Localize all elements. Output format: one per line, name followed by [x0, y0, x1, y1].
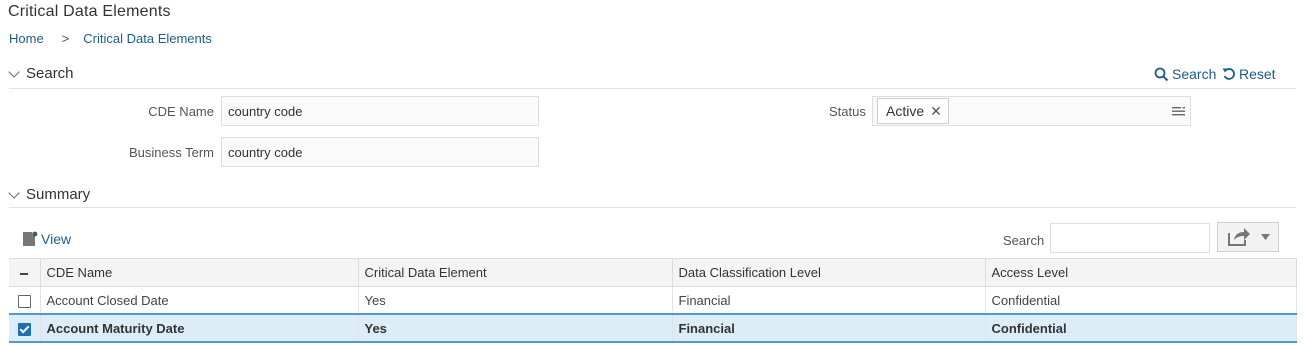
- table-search-input[interactable]: [1050, 223, 1210, 253]
- export-button[interactable]: [1217, 222, 1279, 252]
- search-button-label: Search: [1172, 66, 1217, 82]
- cell-critical: Yes: [358, 286, 673, 315]
- cde-name-label: CDE Name: [148, 104, 214, 119]
- breadcrumb-separator: >: [61, 31, 70, 46]
- search-divider: [9, 88, 1296, 89]
- column-header-classification[interactable]: Data Classification Level: [672, 258, 986, 287]
- breadcrumb: Home > Critical Data Elements: [9, 31, 212, 46]
- table-row[interactable]: Account Closed Date Yes Financial Confid…: [9, 286, 1297, 315]
- table-row-selected[interactable]: Account Maturity Date Yes Financial Conf…: [9, 313, 1297, 343]
- column-header-access[interactable]: Access Level: [985, 258, 1297, 287]
- reset-button-label: Reset: [1239, 66, 1276, 82]
- business-term-label: Business Term: [128, 145, 214, 160]
- cell-classification: Financial: [672, 313, 986, 343]
- cell-access: Confidential: [985, 286, 1297, 315]
- column-header-critical[interactable]: Critical Data Element: [358, 258, 673, 287]
- reset-button[interactable]: Reset: [1222, 66, 1276, 82]
- chevron-down-icon: [8, 65, 20, 78]
- view-button-label: View: [41, 231, 72, 247]
- table-header-row: CDE Name Critical Data Element Data Clas…: [9, 258, 1297, 287]
- cde-name-input[interactable]: country code: [221, 96, 539, 126]
- status-chip-label: Active: [886, 103, 925, 119]
- status-select[interactable]: Active ✕: [872, 96, 1191, 126]
- status-label: Status: [829, 104, 866, 119]
- status-chip: Active ✕: [877, 98, 949, 124]
- cell-cde-name: Account Maturity Date: [40, 313, 359, 343]
- summary-divider: [9, 207, 1296, 208]
- row-checkbox-checked[interactable]: [17, 322, 31, 336]
- minus-icon: [20, 272, 29, 275]
- search-icon: [1154, 67, 1169, 81]
- search-section-toggle[interactable]: Search: [8, 65, 74, 82]
- export-icon: [1227, 228, 1250, 246]
- page-title: Critical Data Elements: [8, 3, 171, 20]
- cell-cde-name: Account Closed Date: [40, 286, 359, 315]
- row-checkbox[interactable]: [17, 294, 31, 308]
- summary-section-title: Summary: [26, 186, 91, 203]
- search-button[interactable]: Search: [1154, 66, 1216, 82]
- column-header-cde-name[interactable]: CDE Name: [40, 258, 359, 287]
- breadcrumb-home[interactable]: Home: [9, 31, 44, 46]
- cde-table: CDE Name Critical Data Element Data Clas…: [9, 258, 1297, 343]
- caret-down-icon: [1260, 234, 1270, 240]
- breadcrumb-current[interactable]: Critical Data Elements: [83, 31, 212, 46]
- cell-classification: Financial: [672, 286, 986, 315]
- summary-section-toggle[interactable]: Summary: [8, 186, 90, 203]
- cell-access: Confidential: [985, 313, 1297, 343]
- list-menu-icon[interactable]: [1172, 105, 1186, 117]
- search-section-title: Search: [26, 65, 74, 82]
- chevron-down-icon: [8, 186, 20, 199]
- table-search-label: Search: [1003, 233, 1045, 248]
- reset-icon: [1222, 68, 1235, 80]
- business-term-input[interactable]: country code: [221, 137, 539, 167]
- close-icon[interactable]: ✕: [930, 103, 942, 120]
- select-all-checkbox[interactable]: [9, 258, 41, 287]
- view-button[interactable]: View: [22, 231, 71, 247]
- cell-critical: Yes: [358, 313, 673, 343]
- view-document-icon: [23, 231, 38, 246]
